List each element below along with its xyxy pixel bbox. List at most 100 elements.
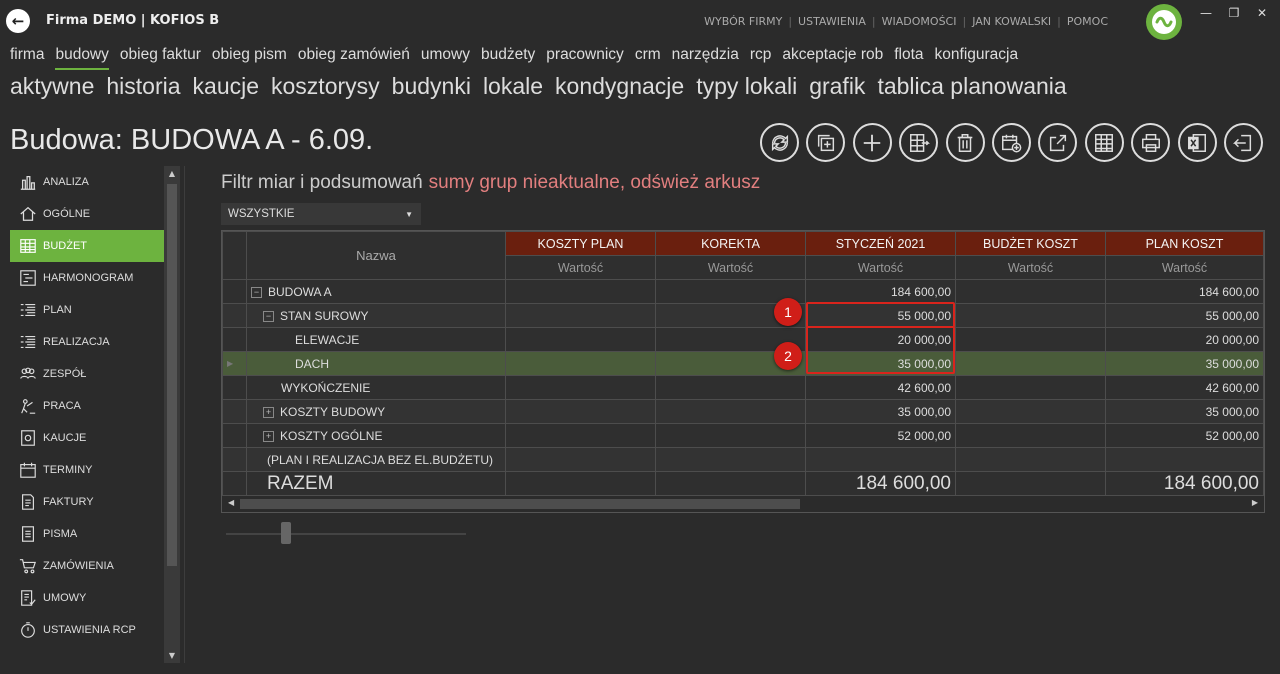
external-link-button[interactable] [1038,123,1078,162]
sidebar-item-kaucje[interactable]: KAUCJE [10,422,164,454]
nav-obieg-zamowien[interactable]: obieg zamówień [298,45,410,70]
nav-narzedzia[interactable]: narzędzia [672,45,739,70]
row-name-cell[interactable]: + KOSZTY OGÓLNE [246,423,506,448]
value-cell[interactable]: 20 000,00 [1105,327,1264,352]
excel-button[interactable] [1177,123,1217,162]
subnav-tablica-planowania[interactable]: tablica planowania [877,72,1066,100]
row-name-cell[interactable]: − BUDOWA A [246,279,506,304]
sidebar-item-faktury[interactable]: FAKTURY [10,486,164,518]
refresh-button[interactable] [760,123,799,162]
scroll-left-icon[interactable]: ◀ [228,498,234,507]
value-cell[interactable] [505,303,656,328]
back-arrow-icon[interactable]: ← [6,9,30,33]
column-header-styczen-2021[interactable]: STYCZEŃ 2021 [805,231,956,256]
table-row-selected[interactable]: ▶ DACH 35 000,00 35 000,00 [222,351,1264,376]
total-row[interactable]: RAZEM 184 600,00 184 600,00 [222,471,1264,496]
value-cell[interactable] [1105,447,1264,472]
table-row[interactable]: WYKOŃCZENIE 42 600,00 42 600,00 [222,375,1264,400]
value-cell[interactable]: 52 000,00 [1105,423,1264,448]
value-cell[interactable] [655,375,806,400]
value-cell[interactable] [955,375,1106,400]
subnav-budynki[interactable]: budynki [392,72,471,100]
measure-filter-select[interactable]: WSZYSTKIE ▼ [221,203,421,225]
value-cell[interactable] [955,447,1106,472]
row-name-cell[interactable]: + KOSZTY BUDOWY [246,399,506,424]
table-row[interactable]: + KOSZTY OGÓLNE 52 000,00 52 000,00 [222,423,1264,448]
add-button[interactable] [852,123,892,162]
sidebar-item-praca[interactable]: PRACA [10,390,164,422]
row-indicator[interactable]: ▶ [222,351,247,376]
value-cell[interactable] [955,399,1106,424]
value-cell[interactable] [505,351,656,376]
top-link-user[interactable]: JAN KOWALSKI [966,15,1057,28]
value-cell[interactable] [955,327,1106,352]
column-header-koszty-plan[interactable]: KOSZTY PLAN [505,231,656,256]
value-cell[interactable] [505,447,656,472]
nav-konfiguracja[interactable]: konfiguracja [935,45,1019,70]
value-cell[interactable] [955,423,1106,448]
row-name-cell[interactable]: WYKOŃCZENIE [246,375,506,400]
subnav-kosztorysy[interactable]: kosztorysy [271,72,380,100]
value-cell[interactable] [955,351,1106,376]
value-cell[interactable] [505,327,656,352]
row-indicator[interactable] [222,471,247,496]
scroll-right-icon[interactable]: ▶ [1252,498,1258,507]
top-link-company[interactable]: WYBÓR FIRMY [698,15,788,28]
collapse-icon[interactable]: − [251,286,262,298]
value-cell[interactable] [955,279,1106,304]
total-cell[interactable]: 184 600,00 [1105,471,1264,496]
exit-button[interactable] [1223,123,1263,162]
grid-horizontal-scrollbar[interactable]: ◀ ▶ [222,496,1264,512]
value-cell[interactable] [655,423,806,448]
subnav-grafik[interactable]: grafik [809,72,865,100]
expand-icon[interactable]: + [263,406,274,418]
grid-export-button[interactable] [899,123,939,162]
table-button[interactable] [1084,123,1124,162]
row-indicator[interactable] [222,327,247,352]
nav-budowy[interactable]: budowy [55,45,109,70]
value-cell[interactable]: 35 000,00 [1105,351,1264,376]
sidebar-item-ogolne[interactable]: OGÓLNE [10,198,164,230]
value-cell[interactable] [955,303,1106,328]
sidebar-item-budzet[interactable]: BUDŻET [10,230,164,262]
nav-rcp[interactable]: rcp [750,45,772,70]
sidebar-item-plan[interactable]: PLAN [10,294,164,326]
top-link-messages[interactable]: WIADOMOŚCI [876,15,963,28]
table-row[interactable]: (PLAN I REALIZACJA BEZ EL.BUDŻETU) [222,447,1264,472]
value-cell[interactable]: 52 000,00 [805,423,956,448]
nav-obieg-pism[interactable]: obieg pism [212,45,287,70]
calendar-add-button[interactable] [991,123,1031,162]
row-name-cell[interactable]: DACH [246,351,506,376]
value-cell[interactable]: 184 600,00 [805,279,956,304]
zoom-slider[interactable] [226,522,466,544]
sidebar-item-analiza[interactable]: ANALIZA [10,166,164,198]
sidebar-scrollbar[interactable]: ▲ ▼ [164,166,180,663]
close-icon[interactable]: ✕ [1248,6,1276,22]
value-cell[interactable] [655,447,806,472]
sidebar-scroll-thumb[interactable] [167,184,177,566]
row-name-cell[interactable]: − STAN SUROWY [246,303,506,328]
delete-button[interactable] [945,123,985,162]
column-header-budzet-koszt[interactable]: BUDŻET KOSZT [955,231,1106,256]
value-cell[interactable] [655,399,806,424]
subnav-historia[interactable]: historia [106,72,180,100]
sidebar-item-realizacja[interactable]: REALIZACJA [10,326,164,358]
value-cell[interactable]: 42 600,00 [1105,375,1264,400]
table-row[interactable]: ELEWACJE 20 000,00 20 000,00 [222,327,1264,352]
top-link-settings[interactable]: USTAWIENIA [792,15,872,28]
nav-budzety[interactable]: budżety [481,45,535,70]
print-button[interactable] [1131,123,1171,162]
table-row[interactable]: + KOSZTY BUDOWY 35 000,00 35 000,00 [222,399,1264,424]
table-row[interactable]: − STAN SUROWY 55 000,00 55 000,00 [222,303,1264,328]
collapse-icon[interactable]: − [263,310,274,322]
nav-akceptacje-rob[interactable]: akceptacje rob [782,45,883,70]
zoom-slider-handle[interactable] [281,522,291,544]
column-header-nazwa[interactable]: Nazwa [246,231,506,280]
scroll-down-icon[interactable]: ▼ [164,651,180,660]
subnav-lokale[interactable]: lokale [483,72,543,100]
sidebar-item-zamowienia[interactable]: ZAMÓWIENIA [10,550,164,582]
nav-pracownicy[interactable]: pracownicy [546,45,624,70]
total-cell[interactable]: 184 600,00 [805,471,956,496]
sidebar-item-harmonogram[interactable]: HARMONOGRAM [10,262,164,294]
sidebar-item-umowy[interactable]: UMOWY [10,582,164,614]
